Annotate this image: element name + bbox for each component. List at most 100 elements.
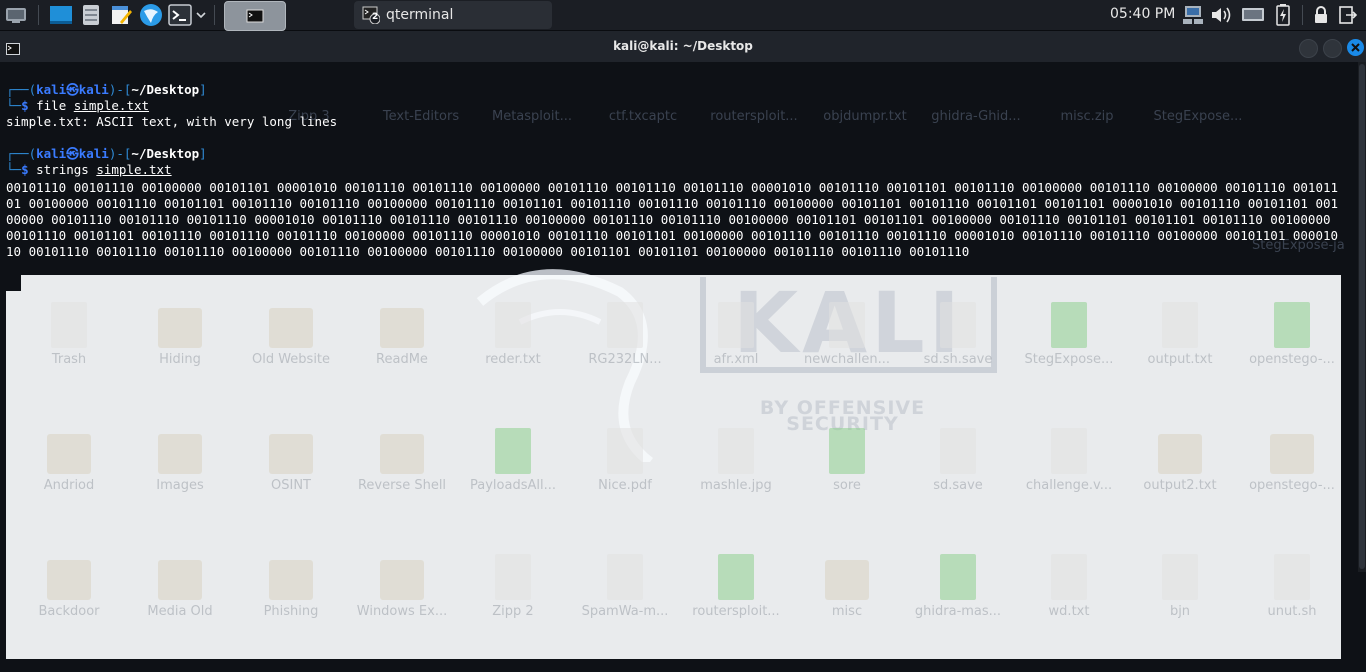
desktop-icon-label: Old Website [251,352,331,367]
folder-icon [1158,434,1202,474]
desktop-icon[interactable]: Nice.pdf [570,428,680,494]
scrollbar-thumb[interactable] [1359,64,1365,569]
desktop-icon[interactable]: newchallen... [792,302,902,368]
desktop-icon[interactable]: afr.xml [681,302,791,368]
desktop-icon-label: reder.txt [485,352,541,367]
command: file [36,98,67,113]
command-line-2: └─$ strings simple.txt [6,162,172,178]
desktop-icon[interactable]: sore [792,428,902,494]
scrollbar[interactable] [1358,62,1366,572]
desktop-icon-label: Text-Editors [382,109,460,124]
logout-icon[interactable] [1336,3,1360,27]
desktop-icon[interactable]: output.txt [1125,302,1235,368]
volume-icon[interactable] [1208,3,1234,27]
desktop-icon-label: Images [156,478,204,493]
desktop-icon[interactable]: Andriod [14,428,124,494]
desktop-icon[interactable]: Media Old [125,554,235,620]
desktop-icon-label: Trash [51,352,87,367]
desktop-icon[interactable]: Windows Ex... [347,554,457,620]
desktop-icon[interactable]: PayloadsAll... [458,428,568,494]
desktop-icon[interactable]: Phishing [236,554,346,620]
prompt-user: kali [36,82,67,97]
clock[interactable]: 05:40 PM [1110,6,1175,22]
desktop-icon[interactable]: unut.sh [1237,554,1347,620]
lock-icon[interactable] [1310,3,1332,27]
desktop-icon[interactable]: openstego-... [1237,302,1347,368]
desktop-icon[interactable]: challenge.v... [1014,428,1124,494]
window-titlebar[interactable]: kali@kali: ~/Desktop [0,31,1366,62]
minimize-button[interactable] [1299,39,1318,58]
file-icon [495,428,531,474]
prompt-symbol: $ [21,98,29,113]
desktop-icon-label: Zipp 2 [492,604,534,619]
prompt-end: ] [199,146,207,161]
prompt-at: ㉿ [66,82,79,97]
folder-icon [47,434,91,474]
desktop-icon[interactable]: sd.sh.save [903,302,1013,368]
file-icon [1051,302,1087,348]
folder-icon [47,560,91,600]
browser-icon[interactable] [138,3,164,27]
desktop-icon[interactable]: ghidra-mas... [903,554,1013,620]
desktop-icon[interactable]: sd.save [903,428,1013,494]
prompt-path: ~/Desktop [131,82,200,97]
cursor-block [6,275,21,291]
desktop-icon[interactable]: Old Website [236,302,346,368]
desktop-icon[interactable]: openstego-... [1237,428,1347,494]
maximize-button[interactable] [1323,39,1342,58]
desktop-icon[interactable]: Zipp 2 [458,554,568,620]
show-desktop-icon[interactable] [4,3,28,27]
file-manager-icon[interactable] [48,3,74,27]
desktop-icon-label: ctf.txcaptc [608,109,678,124]
file-icon [940,428,976,474]
prompt-at: ㉿ [66,146,79,161]
taskbar-item-qterminal[interactable]: 2 qterminal [354,1,552,29]
desktop-icon-label: challenge.v... [1025,478,1113,493]
desktop-icon[interactable]: Reverse Shell [347,428,457,494]
desktop-icon-label: openstego-... [1249,352,1335,367]
desktop-icon-label: sd.save [933,478,983,493]
desktop-icon[interactable]: RG232LN... [570,302,680,368]
desktop-icon-label: ghidra-mas... [914,604,1002,619]
desktop-icon[interactable]: Images [125,428,235,494]
desktop-icon[interactable]: bjn [1125,554,1235,620]
files-icon[interactable] [78,3,104,27]
terminal-icon[interactable] [167,3,193,27]
desktop-icon[interactable]: mashle.jpg [681,428,791,494]
close-button[interactable] [1347,39,1364,56]
desktop-icon[interactable]: wd.txt [1014,554,1124,620]
desktop-icon[interactable]: Hiding [125,302,235,368]
desktop-icon[interactable]: ReadMe [347,302,457,368]
desktop-icon[interactable]: OSINT [236,428,346,494]
desktop-icon-label: Hiding [159,352,201,367]
power-icon[interactable] [1270,3,1296,27]
desktop-icon-label: bjn [1169,604,1191,619]
desktop-icon-label: newchallen... [803,352,891,367]
display-icon[interactable] [1240,3,1266,27]
terminal-area[interactable]: KALI BY OFFENSIVE SECURITY TrashHidingOl… [0,62,1366,672]
desktop-icon[interactable]: output2.txt [1125,428,1235,494]
desktop-icon[interactable]: StegExpose... [1014,302,1124,368]
network-icon[interactable] [1180,3,1206,27]
terminal-window-icon [246,9,264,23]
desktop-icon[interactable]: Trash [14,302,124,368]
desktop-icon[interactable]: misc [792,554,902,620]
desktop-icon[interactable]: routersploit... [681,554,791,620]
chevron-down-icon[interactable] [194,3,208,27]
desktop-icon[interactable]: Backdoor [14,554,124,620]
desktop-icon-label: sd.sh.save [923,352,993,367]
prompt-cont: └─ [6,98,22,113]
desktop-icon-label: Metasploit... [492,109,572,124]
desktop-icon-label: mashle.jpg [700,478,772,493]
desktop-icon[interactable]: SpamWa-m... [570,554,680,620]
window-title: kali@kali: ~/Desktop [613,39,753,53]
workspace-button[interactable] [224,1,286,31]
text-editor-icon[interactable] [108,3,134,27]
desktop-icon-label: afr.xml [713,352,759,367]
desktop-icon[interactable]: reder.txt [458,302,568,368]
prompt-user: kali [36,146,67,161]
desktop-icon-label: routersploit... [692,604,780,619]
desktop-icon-label: Windows Ex... [356,604,448,619]
file-icon [1274,302,1310,348]
prompt-line-2: ┌──(kali㉿kali)-[~/Desktop] [6,146,207,162]
